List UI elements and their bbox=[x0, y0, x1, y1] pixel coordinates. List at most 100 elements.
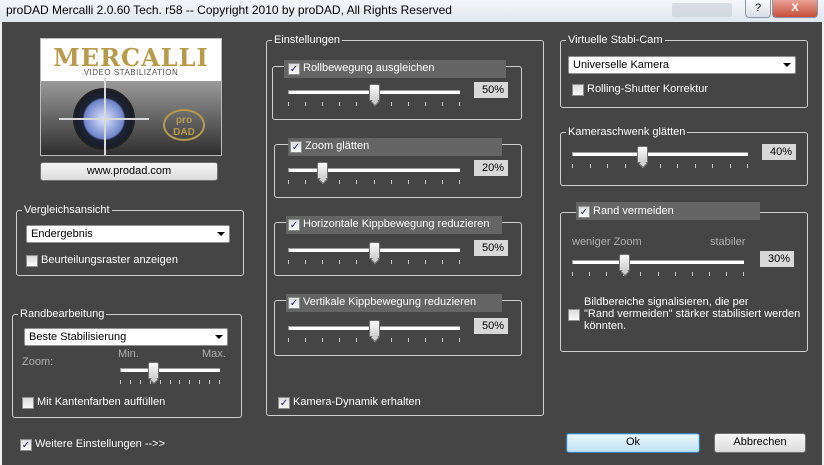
slider-tick bbox=[425, 180, 426, 184]
slider-thumb[interactable] bbox=[369, 84, 380, 101]
einstellungen-legend: Einstellungen bbox=[274, 34, 341, 46]
bildbereiche-label-line-3: könnten. bbox=[584, 320, 627, 332]
zoom-glaetten-value: 20% bbox=[474, 160, 508, 176]
slider-tick bbox=[459, 180, 460, 184]
lens-icon bbox=[59, 78, 149, 155]
slider-tick bbox=[589, 272, 590, 276]
slider-tick bbox=[356, 338, 357, 342]
checkmark-icon: ✓ bbox=[20, 439, 32, 451]
slider-track bbox=[288, 168, 460, 172]
zoom-label: Zoom: bbox=[22, 356, 54, 368]
cancel-button[interactable]: Abbrechen bbox=[714, 433, 806, 453]
slider-tick bbox=[425, 338, 426, 342]
slider-tick bbox=[339, 260, 340, 264]
slider-tick bbox=[695, 164, 696, 168]
dialog-body: MERCALLI VIDEO STABILIZATION pro DAD www… bbox=[2, 22, 822, 465]
slider-tick bbox=[391, 338, 392, 342]
zoom-min-label: Min. bbox=[118, 348, 139, 360]
ok-button[interactable]: Ok bbox=[566, 433, 700, 453]
chevron-down-icon bbox=[217, 232, 225, 236]
slider-track bbox=[120, 368, 220, 372]
slider-tick bbox=[288, 260, 289, 264]
slider-tick bbox=[356, 180, 357, 184]
slider-tick bbox=[747, 164, 748, 168]
prodad-badge: pro DAD bbox=[163, 109, 205, 141]
zoom-glaetten-slider[interactable] bbox=[288, 162, 460, 184]
kameraschwenk-slider[interactable] bbox=[572, 146, 748, 168]
slider-tick bbox=[374, 180, 375, 184]
zoom-max-label: Max. bbox=[202, 348, 226, 360]
roll-label: Rollbewegung ausgleichen bbox=[303, 62, 435, 74]
close-button[interactable]: X bbox=[772, 0, 818, 18]
slider-thumb[interactable] bbox=[369, 242, 380, 259]
weniger-zoom-label: weniger Zoom bbox=[572, 236, 642, 248]
roll-slider[interactable] bbox=[288, 84, 460, 106]
slider-tick bbox=[408, 102, 409, 106]
slider-tick bbox=[356, 102, 357, 106]
help-button[interactable]: ? bbox=[745, 0, 771, 18]
stabiler-label: stabiler bbox=[710, 236, 746, 248]
beurteilungsraster-label: Beurteilungsraster anzeigen bbox=[41, 254, 178, 266]
slider-tick bbox=[322, 260, 323, 264]
slider-thumb[interactable] bbox=[148, 362, 159, 379]
rand-vermeiden-slider[interactable] bbox=[572, 254, 744, 276]
slider-thumb[interactable] bbox=[317, 162, 329, 179]
randbearbeitung-legend: Randbearbeitung bbox=[20, 308, 105, 320]
vertikal-slider[interactable] bbox=[288, 320, 460, 342]
slider-tick bbox=[658, 272, 659, 276]
checkmark-icon: ✓ bbox=[288, 219, 300, 231]
slider-tick bbox=[339, 338, 340, 342]
slider-tick bbox=[391, 180, 392, 184]
randbearbeitung-select[interactable]: Beste Stabilisierung bbox=[24, 328, 228, 346]
slider-tick bbox=[209, 380, 210, 384]
chevron-down-icon bbox=[215, 335, 223, 339]
randbearbeitung-select-value: Beste Stabilisierung bbox=[29, 331, 127, 343]
kameraschwenk-value: 40% bbox=[762, 144, 796, 160]
vergleichsansicht-select-value: Endergebnis bbox=[31, 228, 93, 240]
slider-tick bbox=[442, 260, 443, 264]
slider-tick bbox=[442, 180, 443, 184]
slider-tick bbox=[459, 338, 460, 342]
slider-tick bbox=[322, 102, 323, 106]
slider-track bbox=[572, 152, 748, 156]
rand-vermeiden-label: Rand vermeiden bbox=[593, 205, 674, 217]
checkbox-box bbox=[572, 84, 584, 96]
slider-tick bbox=[305, 102, 306, 106]
prodad-website-button[interactable]: www.prodad.com bbox=[40, 162, 218, 181]
slider-tick bbox=[590, 164, 591, 168]
slider-ticks bbox=[288, 180, 460, 184]
slider-tick bbox=[288, 180, 289, 184]
vergleichsansicht-select[interactable]: Endergebnis bbox=[26, 225, 230, 243]
slider-tick bbox=[288, 102, 289, 106]
slider-tick bbox=[743, 272, 744, 276]
slider-tick bbox=[607, 164, 608, 168]
slider-thumb[interactable] bbox=[618, 254, 630, 271]
rolling-shutter-label: Rolling-Shutter Korrektur bbox=[587, 83, 709, 95]
vergleichsansicht-legend: Vergleichsansicht bbox=[24, 204, 110, 216]
checkmark-icon: ✓ bbox=[290, 141, 302, 153]
checkbox-box bbox=[22, 397, 34, 409]
slider-tick bbox=[339, 102, 340, 106]
slider-tick bbox=[219, 380, 220, 384]
slider-tick bbox=[120, 380, 121, 384]
slider-thumb[interactable] bbox=[637, 146, 649, 163]
checkbox-box bbox=[568, 309, 580, 321]
slider-tick bbox=[391, 102, 392, 106]
slider-tick bbox=[170, 380, 171, 384]
slider-tick bbox=[425, 102, 426, 106]
slider-tick bbox=[625, 164, 626, 168]
slider-tick bbox=[140, 380, 141, 384]
zoom-slider[interactable] bbox=[120, 362, 220, 384]
vertikal-value: 50% bbox=[474, 318, 508, 334]
slider-tick bbox=[606, 272, 607, 276]
slider-tick bbox=[305, 180, 306, 184]
stabicam-select[interactable]: Universelle Kamera bbox=[568, 56, 796, 74]
slider-thumb[interactable] bbox=[369, 320, 380, 337]
title-bar-background-window bbox=[672, 3, 732, 17]
horizontal-slider[interactable] bbox=[288, 242, 460, 264]
kamera-dynamik-label: Kamera-Dynamik erhalten bbox=[293, 396, 421, 408]
slider-tick bbox=[572, 272, 573, 276]
slider-tick bbox=[356, 260, 357, 264]
slider-ticks bbox=[572, 164, 748, 168]
slider-tick bbox=[572, 164, 573, 168]
